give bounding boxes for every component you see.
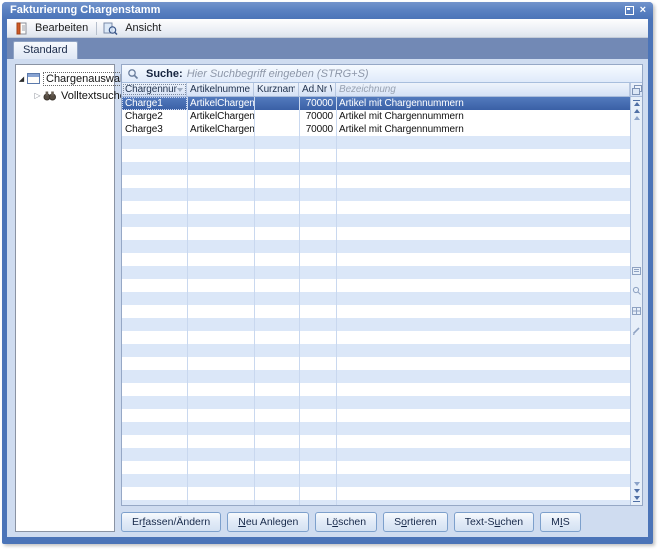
grid-scrollbar[interactable] [630, 97, 642, 505]
text-suchen-button[interactable]: Text-Suchen [454, 512, 534, 532]
scroll-up-icon[interactable] [634, 109, 640, 113]
search-input[interactable]: Suche: Hier Suchbegriff eingeben (STRG+S… [122, 65, 642, 83]
column-header-adnrwe[interactable]: Ad.Nr WE [299, 83, 336, 96]
tab-standard[interactable]: Standard [13, 41, 78, 59]
search-icon [127, 68, 139, 80]
grid-panel: Suche: Hier Suchbegriff eingeben (STRG+S… [121, 64, 643, 532]
column-header-artikelnummer[interactable]: Artikelnummer [187, 83, 254, 96]
binoculars-icon [43, 90, 56, 101]
erfassen-aendern-button[interactable]: Erfassen/Ändern [121, 512, 221, 532]
scroll-top-buttons [633, 100, 640, 120]
scroll-first-row-icon[interactable] [633, 100, 640, 106]
bearbeiten-label: Bearbeiten [35, 22, 88, 34]
edit-pencil-icon[interactable] [632, 322, 641, 340]
row-list-icon[interactable] [632, 262, 641, 280]
ansicht-label: Ansicht [125, 22, 161, 34]
mis-button[interactable]: MIS [540, 512, 581, 532]
bearbeiten-button[interactable]: Bearbeiten [10, 21, 94, 36]
column-header-kurzname[interactable]: Kurzname [254, 83, 299, 96]
scroll-last-row-icon[interactable] [633, 496, 640, 502]
close-icon[interactable]: × [640, 6, 646, 15]
toolbar-separator [96, 22, 97, 35]
column-chooser-icon[interactable] [630, 83, 642, 96]
window-title: Fakturierung Chargenstamm [10, 4, 625, 16]
column-header-chargennummer[interactable]: Chargennummer [122, 83, 187, 96]
restore-icon[interactable] [625, 6, 634, 15]
empty-rows-area [122, 136, 630, 505]
tree-item-volltextsuche[interactable]: ▷ Volltextsuche [16, 87, 114, 104]
grid-rows: Charge1 ArtikelChargennumme 70000 Artike… [122, 97, 630, 505]
main-toolbar: Bearbeiten Ansicht [7, 19, 648, 38]
tree-item-chargenauswahl[interactable]: ◢ Chargenauswahl [16, 70, 114, 87]
neu-anlegen-button[interactable]: Neu Anlegen [227, 512, 309, 532]
table-row[interactable]: Charge2 ArtikelChargennumme 70000 Artike… [122, 110, 630, 123]
scroll-page-up-icon[interactable] [634, 116, 640, 120]
app-window: Fakturierung Chargenstamm × Bearbeiten A… [2, 2, 653, 544]
scroll-page-down-icon[interactable] [634, 482, 640, 486]
scroll-bottom-buttons [633, 482, 640, 502]
edit-notebook-icon [14, 22, 28, 35]
table-row[interactable]: Charge3 ArtikelChargennumme 70000 Artike… [122, 123, 630, 136]
list-container: Suche: Hier Suchbegriff eingeben (STRG+S… [121, 64, 643, 506]
data-grid: Chargennummer Artikelnummer Kurzname Ad.… [122, 83, 642, 505]
ansicht-button[interactable]: Ansicht [99, 21, 167, 36]
table-row[interactable]: Charge1 ArtikelChargennumme 70000 Artike… [122, 97, 630, 110]
loeschen-button[interactable]: Löschen [315, 512, 377, 532]
grid-header-row: Chargennummer Artikelnummer Kurzname Ad.… [122, 83, 642, 97]
scroll-down-icon[interactable] [634, 489, 640, 493]
tree-expanded-icon[interactable]: ◢ [16, 75, 27, 83]
column-header-bezeichnung[interactable]: Bezeichnung [336, 83, 630, 96]
search-label: Suche: [146, 68, 183, 80]
sortieren-button[interactable]: Sortieren [383, 512, 448, 532]
title-bar[interactable]: Fakturierung Chargenstamm × [2, 2, 653, 19]
form-window-icon [27, 73, 40, 84]
tab-standard-label: Standard [23, 44, 68, 56]
footer-buttons: Erfassen/Ändern Neu Anlegen Löschen Sort… [121, 512, 643, 532]
window-frame: Bearbeiten Ansicht Standard ◢ [7, 19, 648, 537]
navigation-tree: ◢ Chargenauswahl ▷ Volltextsuche [15, 64, 115, 532]
tree-item-chargenauswahl-label: Chargenauswahl [43, 72, 132, 86]
grid-body-area: Charge1 ArtikelChargennumme 70000 Artike… [122, 97, 642, 505]
search-placeholder: Hier Suchbegriff eingeben (STRG+S) [187, 68, 369, 80]
tree-item-volltextsuche-label: Volltextsuche [59, 90, 128, 102]
sort-indicator-icon [177, 88, 183, 95]
scroll-tool-buttons [632, 262, 641, 340]
view-magnifier-icon [103, 22, 118, 35]
content-area: ◢ Chargenauswahl ▷ Volltextsuche [7, 59, 648, 537]
tab-strip: Standard [7, 38, 648, 59]
zoom-magnifier-icon[interactable] [632, 282, 641, 300]
tree-collapsed-icon[interactable]: ▷ [32, 91, 43, 100]
grid-view-icon[interactable] [632, 302, 641, 320]
